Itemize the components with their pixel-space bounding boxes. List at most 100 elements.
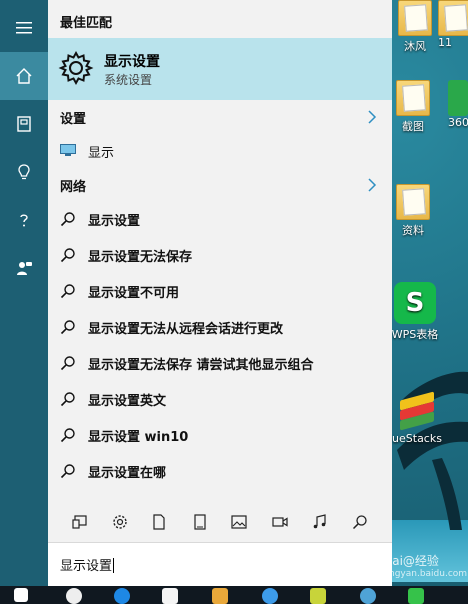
search-icon — [60, 284, 75, 299]
search-icon — [60, 320, 75, 335]
suggestion-bold: 显示设置 — [88, 214, 141, 229]
search-icon — [352, 515, 367, 530]
suggestion-bold: 显示设置 — [88, 358, 141, 373]
help-button[interactable] — [0, 196, 48, 244]
desktop-icon-label: 截图 — [402, 120, 424, 133]
watermark-site: jingyan.baidu.com — [384, 569, 468, 579]
chevron-right-icon[interactable] — [366, 110, 378, 124]
desktop-icon-label: 360 — [448, 116, 468, 129]
web-section-header[interactable]: 网络 — [60, 176, 86, 195]
best-match-result[interactable]: 显示设置 系统设置 — [48, 38, 392, 100]
feedback-icon — [17, 262, 32, 275]
tips-button[interactable] — [0, 148, 48, 196]
web-suggestion[interactable]: 显示设置无法保存 请尝试其他显示组合 — [60, 352, 380, 374]
edge-browser-icon[interactable] — [114, 588, 130, 604]
filter-videos-button[interactable] — [268, 510, 292, 534]
search-icon — [60, 356, 75, 371]
search-input[interactable]: 显示设置 — [48, 542, 392, 586]
gear-icon — [113, 515, 127, 529]
suggestion-rest: 无法保存 请尝试其他显示组合 — [140, 358, 314, 373]
search-filter-bar — [48, 502, 392, 540]
filter-music-button[interactable] — [308, 510, 332, 534]
best-match-header: 最佳匹配 — [60, 16, 113, 31]
feedback-button[interactable] — [0, 244, 48, 292]
suggestion-bold: 显示设置 — [88, 250, 141, 265]
desktop-icon-bluestacks[interactable]: ueStacks — [382, 388, 452, 445]
question-icon — [20, 214, 28, 227]
folder-icon — [398, 0, 432, 36]
app-icon[interactable] — [360, 588, 376, 604]
hamburger-menu-button[interactable] — [0, 4, 48, 52]
suggestion-bold: 显示设置 — [88, 394, 141, 409]
search-icon — [60, 212, 75, 227]
search-icon — [60, 248, 75, 263]
video-icon — [272, 517, 288, 527]
filter-folders-button[interactable] — [188, 510, 212, 534]
search-input-value: 显示设置 — [60, 559, 113, 574]
web-suggestion[interactable]: 显示设置不可用 — [60, 280, 380, 302]
text-caret — [113, 558, 115, 573]
settings-result-label: 显示 — [88, 146, 115, 161]
suggestion-bold: 显示设置 — [88, 322, 141, 337]
app-icon — [448, 80, 468, 116]
bluestacks-icon — [396, 388, 438, 431]
web-suggestion[interactable]: 显示设置无法保存 — [60, 244, 380, 266]
monitor-icon — [60, 144, 76, 156]
best-match-subtitle: 系统设置 — [104, 73, 153, 87]
windows-start-icon[interactable] — [14, 588, 28, 602]
search-icon — [60, 428, 75, 443]
notebook-icon — [17, 116, 31, 132]
search-icon — [60, 464, 75, 479]
home-button[interactable] — [0, 52, 48, 100]
suggestion-rest: win10 — [140, 430, 189, 445]
filter-web-button[interactable] — [348, 510, 372, 534]
search-icon — [60, 392, 75, 407]
desktop-icon-11[interactable]: 11 — [438, 0, 468, 49]
filter-apps-button[interactable] — [68, 510, 92, 534]
wallpaper-palm — [397, 371, 468, 530]
settings-header-label: 设置 — [60, 112, 87, 127]
store-icon[interactable] — [162, 588, 178, 604]
filter-settings-button[interactable] — [108, 510, 132, 534]
baidu-watermark: Bai@经验 jingyan.baidu.com — [384, 552, 467, 579]
web-suggestion[interactable]: 显示设置在哪 — [60, 460, 380, 482]
hamburger-icon — [16, 22, 32, 34]
watermark-text: Bai@经验 — [384, 554, 439, 568]
app-icon[interactable] — [408, 588, 424, 604]
suggestion-rest: 英文 — [140, 394, 167, 409]
photo-icon — [231, 515, 247, 529]
web-suggestion[interactable]: 显示设置 win10 — [60, 424, 380, 446]
best-match-title: 显示设置 — [104, 54, 160, 70]
suggestion-rest: 不可用 — [140, 286, 180, 301]
file-explorer-icon[interactable] — [212, 588, 228, 604]
desktop-icon-label: ueStacks — [392, 432, 442, 445]
start-rail — [0, 0, 48, 586]
chevron-right-icon[interactable] — [366, 178, 378, 192]
folder-icon — [396, 184, 430, 220]
filter-photos-button[interactable] — [227, 510, 251, 534]
desktop-icon-label: 沐风 — [404, 40, 426, 53]
gear-icon — [58, 50, 94, 86]
app-icon[interactable] — [310, 588, 326, 604]
taskbar — [0, 586, 468, 604]
cortana-icon[interactable] — [66, 588, 82, 604]
web-suggestion[interactable]: 显示设置无法从远程会话进行更改 — [60, 316, 380, 338]
web-suggestion[interactable]: 显示设置 — [60, 208, 380, 230]
browser-icon[interactable] — [262, 588, 278, 604]
suggestion-rest: 在哪 — [140, 466, 167, 481]
filter-documents-button[interactable] — [147, 510, 171, 534]
suggestion-rest: 无法保存 — [140, 250, 193, 265]
apps-icon — [72, 515, 87, 529]
desktop-icon-360[interactable]: 360 — [448, 80, 468, 129]
suggestion-rest: 无法从远程会话进行更改 — [140, 322, 284, 337]
notebook-button[interactable] — [0, 100, 48, 148]
web-header-label: 网络 — [60, 180, 87, 195]
settings-section-header[interactable]: 设置 — [60, 108, 86, 127]
folder-icon — [194, 514, 206, 530]
web-suggestion[interactable]: 显示设置英文 — [60, 388, 380, 410]
desktop-icon-label: WPS表格 — [391, 328, 439, 341]
suggestion-bold: 显示设置 — [88, 430, 141, 445]
lightbulb-icon — [18, 164, 30, 180]
desktop-icon-label: 11 — [438, 36, 452, 49]
home-icon — [16, 68, 32, 84]
